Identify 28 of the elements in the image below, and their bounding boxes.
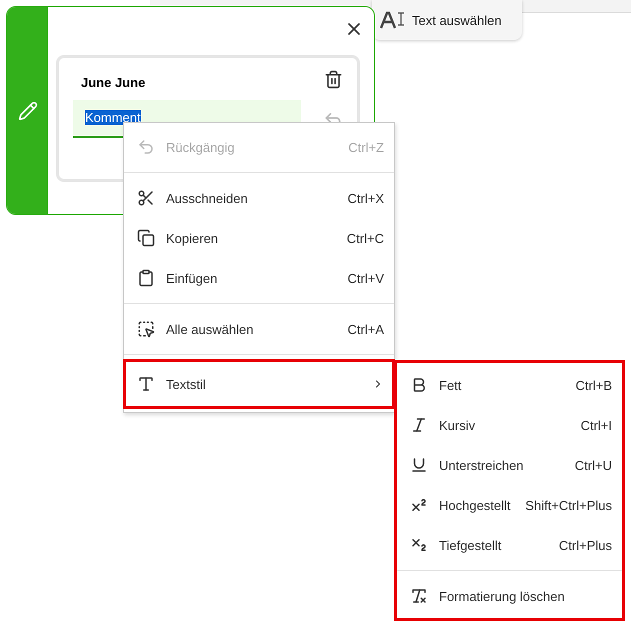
- menu-icon: [410, 587, 428, 605]
- menu-icon: [410, 496, 428, 514]
- menu-icon: [410, 456, 428, 474]
- menu-icon: [137, 269, 155, 287]
- text-cursor-icon: [380, 11, 406, 29]
- menu-item[interactable]: Formatierung löschen: [397, 576, 622, 616]
- menu-item[interactable]: Einfügen Ctrl+V: [124, 258, 394, 298]
- menu-item[interactable]: Kursiv Ctrl+I: [397, 405, 622, 445]
- menu-item[interactable]: Tiefgestellt Ctrl+Plus: [397, 525, 622, 565]
- menu-icon: [137, 189, 155, 207]
- menu-item[interactable]: Kopieren Ctrl+C: [124, 218, 394, 258]
- menu-item[interactable]: Alle auswählen Ctrl+A: [124, 309, 394, 349]
- menu-icon: [410, 536, 428, 554]
- menu-icon: [137, 375, 155, 393]
- menu-icon: [137, 138, 155, 156]
- menu-item[interactable]: Ausschneiden Ctrl+X: [124, 178, 394, 218]
- pencil-icon: [18, 100, 38, 120]
- menu-item[interactable]: Hochgestellt Shift+Ctrl+Plus: [397, 485, 622, 525]
- text-select-button[interactable]: Text auswählen: [372, 0, 522, 40]
- comment-author: June June: [81, 75, 146, 90]
- delete-button[interactable]: [324, 70, 343, 89]
- menu-item[interactable]: Unterstreichen Ctrl+U: [397, 445, 622, 485]
- menu-icon: [410, 416, 428, 434]
- menu-icon: [137, 229, 155, 247]
- menu-item[interactable]: Textstil: [124, 360, 394, 408]
- menu-item[interactable]: Fett Ctrl+B: [397, 365, 622, 405]
- menu-icon: [137, 320, 155, 338]
- tooltip-label: Text auswählen: [412, 12, 502, 28]
